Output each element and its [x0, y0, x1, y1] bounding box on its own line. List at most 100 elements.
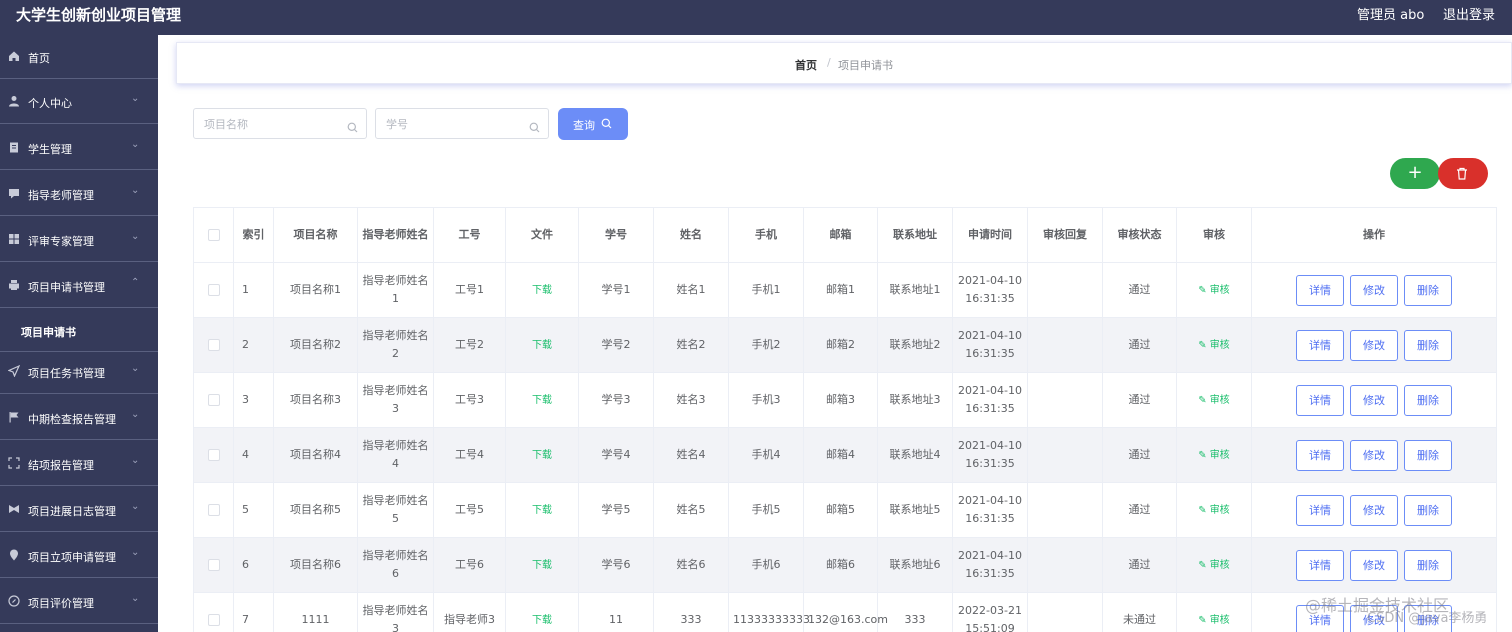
table-row: 5 项目名称5 指导老师姓名5 工号5 下载 学号5 姓名5 手机5 邮箱5 联系地址5 2021-… — [193, 482, 1497, 538]
delete-button[interactable]: 删除 — [1404, 494, 1452, 526]
detail-button[interactable]: 详情 — [1296, 274, 1344, 306]
edit-button[interactable]: 修改 — [1350, 439, 1398, 471]
sidebar-item-applications[interactable]: 项目申请书管理 ⌃ — [0, 264, 158, 308]
student-id-input[interactable] — [386, 116, 516, 132]
cell-project: 项目名称6 — [273, 537, 358, 593]
detail-button[interactable]: 详情 — [1296, 329, 1344, 361]
sidebar-item-task-books[interactable]: 项目任务书管理 ⌄ — [0, 350, 158, 394]
row-actions: 详情 修改 删除 — [1251, 482, 1497, 538]
audit-link[interactable]: ✎ 审核 — [1198, 560, 1229, 571]
sidebar-item-teachers[interactable]: 指导老师管理 ⌄ — [0, 172, 158, 216]
table-row: 6 项目名称6 指导老师姓名6 工号6 下载 学号6 姓名6 手机6 邮箱6 联系地址6 2021-… — [193, 537, 1497, 593]
chevron-down-icon: ⌄ — [131, 93, 140, 104]
location-icon — [8, 549, 20, 561]
row-checkbox[interactable] — [207, 559, 220, 571]
download-link[interactable]: 下载 — [532, 450, 552, 461]
query-button[interactable]: 查询 — [558, 108, 628, 140]
audit-link[interactable]: ✎ 审核 — [1198, 450, 1229, 461]
search-icon — [601, 118, 612, 129]
logout-button[interactable]: 退出登录 — [1443, 4, 1495, 23]
row-checkbox[interactable] — [207, 449, 220, 461]
cell-student-id: 学号1 — [578, 262, 654, 318]
row-select-cell — [193, 592, 234, 632]
audit-link[interactable]: ✎ 审核 — [1198, 285, 1229, 296]
cell-reply — [1027, 427, 1103, 483]
cell-email: 邮箱2 — [803, 317, 878, 373]
sidebar-item-label: 项目任务书管理 — [28, 367, 105, 380]
delete-button[interactable]: 删除 — [1404, 439, 1452, 471]
row-select-cell — [193, 482, 234, 538]
cell-phone: 手机6 — [728, 537, 804, 593]
delete-button[interactable]: 删除 — [1404, 549, 1452, 581]
cell-job-no: 工号6 — [433, 537, 506, 593]
delete-button[interactable]: 删除 — [1404, 274, 1452, 306]
download-link[interactable]: 下载 — [532, 615, 552, 626]
audit-link[interactable]: ✎ 审核 — [1198, 395, 1229, 406]
edit-button[interactable]: 修改 — [1350, 494, 1398, 526]
cell-status: 通过 — [1102, 482, 1177, 538]
sidebar-item-project-approvals[interactable]: 项目立项申请管理 ⌄ — [0, 534, 158, 578]
cell-audit: ✎ 审核 — [1176, 262, 1252, 318]
delete-button[interactable]: 删除 — [1404, 329, 1452, 361]
select-all-checkbox[interactable] — [207, 229, 220, 241]
chevron-down-icon: ⌄ — [131, 455, 140, 466]
row-checkbox[interactable] — [207, 394, 220, 406]
edit-pen-icon: ✎ — [1198, 614, 1207, 626]
delete-button[interactable]: 删除 — [1404, 384, 1452, 416]
sidebar-item-home[interactable]: 首页 — [0, 35, 158, 79]
column-header: 审核回复 — [1027, 207, 1103, 263]
edit-button[interactable]: 修改 — [1350, 549, 1398, 581]
audit-link[interactable]: ✎ 审核 — [1198, 505, 1229, 516]
sidebar-item-experts[interactable]: 评审专家管理 ⌄ — [0, 218, 158, 262]
sidebar-subitem-application-form[interactable]: 项目申请书 — [0, 310, 158, 352]
cell-reply — [1027, 317, 1103, 373]
audit-label: 审核 — [1209, 504, 1230, 516]
project-name-search — [193, 108, 367, 139]
admin-label: 管理员 abo — [1357, 8, 1425, 23]
table-row: 7 1111 指导老师姓名3 指导老师3 下载 11 333 11333333333 132@1… — [193, 592, 1497, 632]
cell-reply — [1027, 537, 1103, 593]
row-select-cell — [193, 262, 234, 318]
sidebar-item-midterm-reports[interactable]: 中期检查报告管理 ⌄ — [0, 396, 158, 440]
detail-button[interactable]: 详情 — [1296, 549, 1344, 581]
breadcrumb-home[interactable]: 首页 — [795, 57, 817, 73]
download-link[interactable]: 下载 — [532, 505, 552, 516]
edit-button[interactable]: 修改 — [1350, 329, 1398, 361]
sidebar-item-students[interactable]: 学生管理 ⌄ — [0, 126, 158, 170]
trash-icon — [1457, 167, 1467, 180]
detail-button[interactable]: 详情 — [1296, 494, 1344, 526]
sidebar-item-progress-logs[interactable]: 项目进展日志管理 ⌄ — [0, 488, 158, 532]
add-button[interactable]: + — [1390, 158, 1440, 189]
detail-button[interactable]: 详情 — [1296, 439, 1344, 471]
sidebar-item-final-reports[interactable]: 结项报告管理 ⌄ — [0, 442, 158, 486]
batch-delete-button[interactable] — [1438, 158, 1488, 189]
chevron-down-icon: ⌄ — [131, 185, 140, 196]
row-checkbox[interactable] — [207, 504, 220, 516]
row-actions: 详情 修改 删除 — [1251, 427, 1497, 483]
column-header: 审核状态 — [1102, 207, 1177, 263]
edit-button[interactable]: 修改 — [1350, 384, 1398, 416]
sidebar-item-evaluations[interactable]: 项目评价管理 ⌄ — [0, 580, 158, 624]
download-link[interactable]: 下载 — [532, 560, 552, 571]
edit-pen-icon: ✎ — [1198, 394, 1207, 406]
row-checkbox[interactable] — [207, 339, 220, 351]
download-link[interactable]: 下载 — [532, 340, 552, 351]
column-header: 工号 — [433, 207, 506, 263]
audit-link[interactable]: ✎ 审核 — [1198, 340, 1229, 351]
cell-apply-time: 2021-04-10 16:31:35 — [952, 482, 1028, 538]
detail-button[interactable]: 详情 — [1296, 384, 1344, 416]
row-checkbox[interactable] — [207, 284, 220, 296]
sidebar-item-personal-center[interactable]: 个人中心 ⌄ — [0, 80, 158, 124]
download-link[interactable]: 下载 — [532, 395, 552, 406]
cell-index: 6 — [233, 537, 274, 593]
cell-audit: ✎ 审核 — [1176, 537, 1252, 593]
cell-project: 项目名称1 — [273, 262, 358, 318]
cell-file: 下载 — [505, 317, 579, 373]
row-checkbox[interactable] — [207, 614, 220, 626]
row-actions: 详情 修改 删除 — [1251, 262, 1497, 318]
download-link[interactable]: 下载 — [532, 285, 552, 296]
edit-button[interactable]: 修改 — [1350, 274, 1398, 306]
project-name-input[interactable] — [204, 116, 334, 132]
chevron-down-icon: ⌄ — [131, 593, 140, 604]
audit-link[interactable]: ✎ 审核 — [1198, 615, 1229, 626]
